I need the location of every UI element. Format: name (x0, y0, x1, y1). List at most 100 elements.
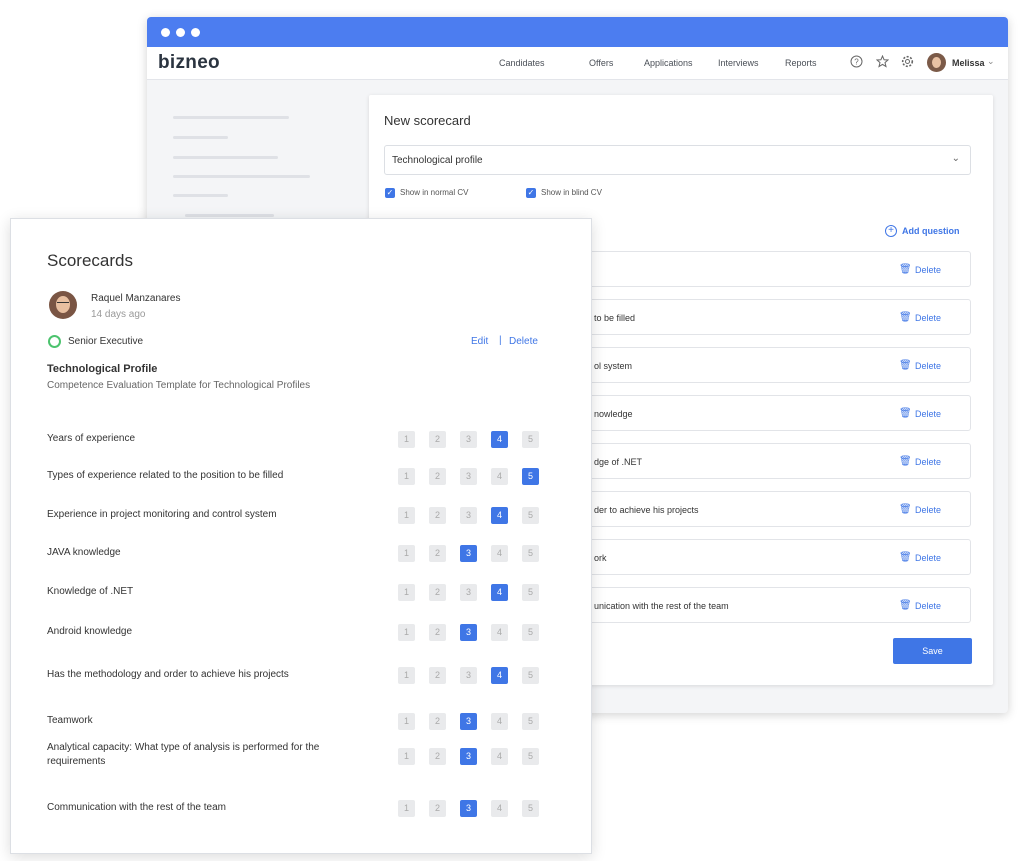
score-option[interactable]: 1 (398, 468, 415, 485)
delete-question-button[interactable]: Delete (915, 361, 941, 371)
score-option[interactable]: 5 (522, 468, 539, 485)
delete-question-button[interactable]: Delete (915, 265, 941, 275)
level-label: Senior Executive (68, 336, 144, 347)
score-option[interactable]: 4 (491, 468, 508, 485)
score-option[interactable]: 5 (522, 667, 539, 684)
score-option[interactable]: 3 (460, 584, 477, 601)
delete-question-button[interactable]: Delete (915, 505, 941, 515)
score-option[interactable]: 4 (491, 545, 508, 562)
score-option[interactable]: 3 (460, 800, 477, 817)
nav-interviews[interactable]: Interviews (718, 58, 759, 68)
score-option[interactable]: 5 (522, 431, 539, 448)
score-option[interactable]: 2 (429, 431, 446, 448)
score-option[interactable]: 1 (398, 624, 415, 641)
scorecard-panel: Scorecards Raquel Manzanares 14 days ago… (10, 218, 592, 854)
score-option[interactable]: 3 (460, 748, 477, 765)
trash-icon[interactable]: 🗑 (899, 312, 912, 323)
score-option[interactable]: 5 (522, 584, 539, 601)
nav-offers[interactable]: Offers (589, 58, 613, 68)
criterion-label: Android knowledge (47, 626, 133, 637)
template-select[interactable]: Technological profile ⌄ (384, 145, 971, 175)
score-option[interactable]: 1 (398, 800, 415, 817)
delete-question-button[interactable]: Delete (915, 457, 941, 467)
show-blind-cv-checkbox[interactable]: ✓ (526, 188, 536, 198)
score-option[interactable]: 1 (398, 713, 415, 730)
score-option[interactable]: 4 (491, 748, 508, 765)
criterion-label: Analytical capacity: What type of analys… (47, 742, 320, 767)
score-option[interactable]: 1 (398, 748, 415, 765)
bizneo-logo[interactable]: bizneo (158, 52, 220, 74)
score-option[interactable]: 5 (522, 800, 539, 817)
score-option[interactable]: 4 (491, 800, 508, 817)
score-option[interactable]: 2 (429, 468, 446, 485)
trash-icon[interactable]: 🗑 (899, 456, 912, 467)
score-option[interactable]: 1 (398, 584, 415, 601)
delete-link[interactable]: Delete (509, 336, 538, 347)
delete-question-button[interactable]: Delete (915, 601, 941, 611)
delete-question-button[interactable]: Delete (915, 553, 941, 563)
add-question-button[interactable]: Add question (902, 226, 960, 236)
score-option[interactable]: 2 (429, 667, 446, 684)
chevron-down-icon[interactable]: ⌄ (987, 56, 995, 67)
score-option[interactable]: 4 (491, 584, 508, 601)
window-minimize-dot[interactable] (176, 28, 185, 37)
profile-description: Competence Evaluation Template for Techn… (47, 380, 311, 391)
question-text: dge of .NET (594, 457, 643, 467)
user-name[interactable]: Melissa (952, 58, 985, 68)
score-option[interactable]: 2 (429, 584, 446, 601)
score-option[interactable]: 2 (429, 713, 446, 730)
score-option[interactable]: 2 (429, 748, 446, 765)
delete-question-button[interactable]: Delete (915, 409, 941, 419)
score-option[interactable]: 2 (429, 624, 446, 641)
plus-circle-icon[interactable]: + (885, 225, 897, 237)
score-option[interactable]: 5 (522, 545, 539, 562)
score-option[interactable]: 5 (522, 713, 539, 730)
question-text: der to achieve his projects (594, 505, 699, 515)
save-button[interactable]: Save (893, 638, 972, 664)
trash-icon[interactable]: 🗑 (899, 408, 912, 419)
score-option[interactable]: 5 (522, 624, 539, 641)
reviewed-time: 14 days ago (91, 309, 146, 320)
score-option[interactable]: 4 (491, 624, 508, 641)
score-option[interactable]: 2 (429, 507, 446, 524)
score-option[interactable]: 1 (398, 507, 415, 524)
show-normal-cv-checkbox[interactable]: ✓ (385, 188, 395, 198)
question-text: nowledge (594, 409, 633, 419)
gear-icon[interactable] (900, 55, 914, 69)
trash-icon[interactable]: 🗑 (899, 504, 912, 515)
trash-icon[interactable]: 🗑 (899, 360, 912, 371)
score-option[interactable]: 3 (460, 624, 477, 641)
score-option[interactable]: 3 (460, 545, 477, 562)
user-avatar[interactable] (927, 53, 946, 72)
nav-applications[interactable]: Applications (644, 58, 693, 68)
template-select-value: Technological profile (392, 155, 483, 166)
nav-reports[interactable]: Reports (785, 58, 817, 68)
score-option[interactable]: 3 (460, 507, 477, 524)
score-option[interactable]: 1 (398, 667, 415, 684)
trash-icon[interactable]: 🗑 (899, 552, 912, 563)
trash-icon[interactable]: 🗑 (899, 264, 912, 275)
score-option[interactable]: 3 (460, 468, 477, 485)
score-option[interactable]: 3 (460, 667, 477, 684)
star-icon[interactable] (875, 54, 889, 69)
score-option[interactable]: 5 (522, 748, 539, 765)
score-option[interactable]: 1 (398, 431, 415, 448)
score-option[interactable]: 2 (429, 545, 446, 562)
score-option[interactable]: 4 (491, 713, 508, 730)
window-close-dot[interactable] (161, 28, 170, 37)
delete-question-button[interactable]: Delete (915, 313, 941, 323)
sidebar-placeholder (173, 156, 278, 159)
score-option[interactable]: 4 (491, 667, 508, 684)
edit-link[interactable]: Edit (471, 336, 488, 347)
score-option[interactable]: 4 (491, 431, 508, 448)
score-option[interactable]: 5 (522, 507, 539, 524)
score-option[interactable]: 4 (491, 507, 508, 524)
trash-icon[interactable]: 🗑 (899, 600, 912, 611)
score-option[interactable]: 3 (460, 431, 477, 448)
help-icon[interactable]: ? (849, 55, 863, 69)
window-maximize-dot[interactable] (191, 28, 200, 37)
score-option[interactable]: 1 (398, 545, 415, 562)
score-option[interactable]: 2 (429, 800, 446, 817)
nav-candidates[interactable]: Candidates (499, 58, 545, 68)
score-option[interactable]: 3 (460, 713, 477, 730)
